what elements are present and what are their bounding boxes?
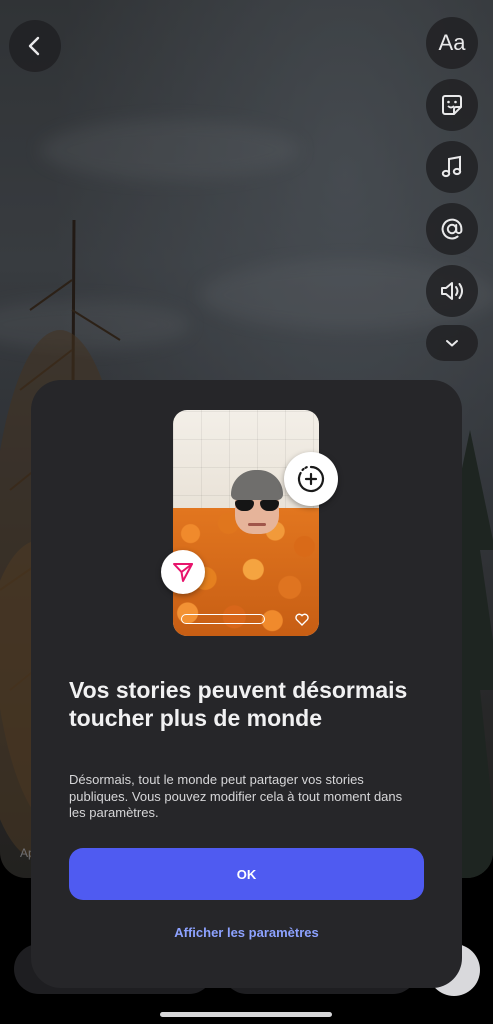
- sound-button[interactable]: [426, 265, 478, 317]
- sticker-button[interactable]: [426, 79, 478, 131]
- share-badge: [161, 550, 205, 594]
- send-icon: [173, 563, 193, 582]
- story-illustration-image: [173, 410, 319, 636]
- sticker-icon: [442, 95, 462, 115]
- add-to-story-badge: [284, 452, 338, 506]
- mention-button[interactable]: [426, 203, 478, 255]
- heart-icon: [295, 613, 309, 626]
- text-tool-button[interactable]: Aa: [426, 17, 478, 69]
- sheet-title: Vos stories peuvent désormais toucher pl…: [69, 677, 408, 731]
- sunglasses: [235, 500, 279, 511]
- add-to-story-icon: [297, 465, 325, 493]
- back-arrow-icon: [28, 36, 40, 56]
- mouth: [248, 523, 266, 526]
- home-indicator: [160, 1012, 332, 1017]
- music-button[interactable]: [426, 141, 478, 193]
- beanie: [231, 470, 283, 500]
- more-tools-button[interactable]: [426, 325, 478, 361]
- view-settings-link[interactable]: Afficher les paramètres: [69, 920, 424, 944]
- chevron-down-icon: [446, 340, 458, 347]
- speaker-icon: [441, 282, 463, 300]
- text-tool-label: Aa: [438, 30, 466, 55]
- reply-bar: [181, 614, 265, 624]
- back-button[interactable]: [9, 20, 61, 72]
- ok-button[interactable]: OK: [69, 848, 424, 900]
- music-icon: [441, 155, 462, 178]
- sheet-description: Désormais, tout le monde peut partager v…: [69, 772, 403, 820]
- at-sign-icon: [441, 218, 463, 240]
